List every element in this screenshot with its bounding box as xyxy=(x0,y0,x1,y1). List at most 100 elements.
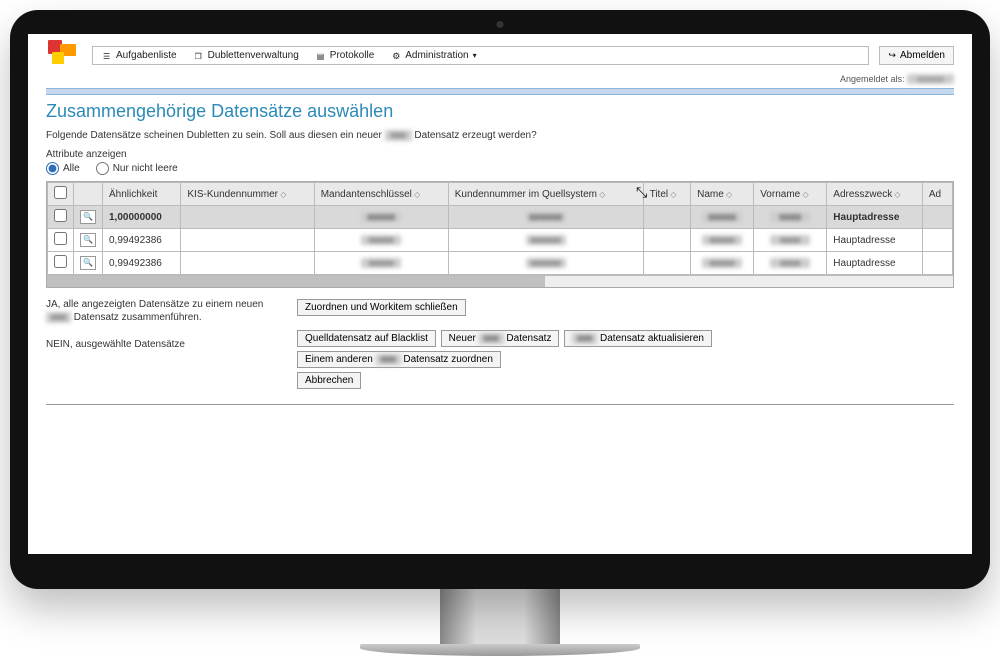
bottom-separator xyxy=(46,404,954,405)
radio-nonempty[interactable]: Nur nicht leere xyxy=(96,162,178,175)
table-body: 🔍1,00000000xxxxxxxxxxxxxxxxxxxxHauptadre… xyxy=(48,206,953,275)
scrollbar-thumb[interactable] xyxy=(47,276,545,287)
neuer-datensatz-button[interactable]: Neuer xxx Datensatz xyxy=(441,330,560,347)
nav-administration[interactable]: Administration xyxy=(392,50,476,61)
blue-divider xyxy=(46,88,954,95)
monitor-bezel: Aufgabenliste Dublettenverwaltung Protok… xyxy=(10,10,990,589)
cell-vorname: xxxx xyxy=(754,229,827,252)
login-status: Angemeldet als: xxxxxx xyxy=(46,74,954,84)
camera-dot xyxy=(497,21,504,28)
radio-nonempty-label: Nur nicht leere xyxy=(113,163,178,174)
sort-icon xyxy=(724,189,732,200)
cell-kis xyxy=(181,252,314,275)
cell-titel xyxy=(643,252,691,275)
detail-view-button[interactable]: 🔍 xyxy=(80,233,96,247)
col-kis[interactable]: KIS-Kundennummer xyxy=(181,183,314,206)
instr-blur: xxx xyxy=(385,130,412,141)
nav-dublettenverwaltung[interactable]: Dublettenverwaltung xyxy=(195,50,299,61)
login-prefix: Angemeldet als: xyxy=(840,74,907,84)
sort-icon xyxy=(412,189,420,200)
document-icon xyxy=(317,51,326,60)
actions-left: JA, alle angezeigten Datensätze zu einem… xyxy=(46,298,276,392)
monitor-frame: Aufgabenliste Dublettenverwaltung Protok… xyxy=(10,10,990,656)
ja-text: JA, alle angezeigten Datensätze zu einem… xyxy=(46,298,276,324)
logout-button[interactable]: Abmelden xyxy=(879,46,954,65)
cell-kis xyxy=(181,206,314,229)
cell-aehnlichkeit: 0,99492386 xyxy=(103,229,181,252)
col-name[interactable]: Name xyxy=(691,183,754,206)
col-mandant[interactable]: Mandantenschlüssel xyxy=(314,183,448,206)
col-vorname[interactable]: Vorname xyxy=(754,183,827,206)
row-checkbox-cell xyxy=(48,229,74,252)
zuordnen-close-button[interactable]: Zuordnen und Workitem schließen xyxy=(297,299,466,316)
row-checkbox[interactable] xyxy=(54,232,67,245)
cell-aehnlichkeit: 0,99492386 xyxy=(103,252,181,275)
nav-protokolle[interactable]: Protokolle xyxy=(317,50,374,61)
row-detail-cell: 🔍 xyxy=(74,252,103,275)
cell-titel xyxy=(643,206,691,229)
sort-icon xyxy=(597,189,605,200)
sort-icon xyxy=(278,189,286,200)
row-checkbox[interactable] xyxy=(54,209,67,222)
select-all-checkbox[interactable] xyxy=(54,186,67,199)
list-icon xyxy=(103,51,112,60)
app-root: Aufgabenliste Dublettenverwaltung Protok… xyxy=(28,34,972,411)
col-aehnlichkeit[interactable]: Ähnlichkeit xyxy=(103,183,181,206)
cell-kunden-quell: xxxxxx xyxy=(448,206,643,229)
nein-text: NEIN, ausgewählte Datensätze xyxy=(46,338,276,351)
instr-post: Datensatz erzeugt werden? xyxy=(412,130,537,141)
radio-all-input[interactable] xyxy=(46,162,59,175)
records-table-wrapper: Ähnlichkeit KIS-Kundennummer Mandantensc… xyxy=(46,181,954,288)
attribute-filter-label: Attribute anzeigen xyxy=(46,149,954,160)
cell-aehnlichkeit: 1,00000000 xyxy=(103,206,181,229)
records-table: Ähnlichkeit KIS-Kundennummer Mandantensc… xyxy=(47,182,953,275)
cell-ad xyxy=(922,206,952,229)
col-kunden-quell[interactable]: Kundennummer im Quellsystem xyxy=(448,183,643,206)
cell-ad xyxy=(922,252,952,275)
cell-name: xxxxx xyxy=(691,229,754,252)
screen: Aufgabenliste Dublettenverwaltung Protok… xyxy=(28,34,972,554)
anderen-zuordnen-button[interactable]: Einem anderen xxx Datensatz zuordnen xyxy=(297,351,501,368)
cell-ad xyxy=(922,229,952,252)
col-detail-header xyxy=(74,183,103,206)
username-blurred: xxxxxx xyxy=(907,74,954,84)
cell-vorname: xxxx xyxy=(754,252,827,275)
cell-titel xyxy=(643,229,691,252)
app-logo xyxy=(46,40,82,70)
top-bar: Aufgabenliste Dublettenverwaltung Protok… xyxy=(46,40,954,70)
col-checkbox-header xyxy=(48,183,74,206)
cell-mandant: xxxxx xyxy=(314,252,448,275)
copy-icon xyxy=(195,51,204,60)
sort-icon xyxy=(800,189,808,200)
detail-view-button[interactable]: 🔍 xyxy=(80,210,96,224)
cell-mandant: xxxxx xyxy=(314,206,448,229)
row-detail-cell: 🔍 xyxy=(74,206,103,229)
detail-view-button[interactable]: 🔍 xyxy=(80,256,96,270)
nav-aufgabenliste[interactable]: Aufgabenliste xyxy=(103,50,177,61)
datensatz-aktualisieren-button[interactable]: xxx Datensatz aktualisieren xyxy=(564,330,712,347)
radio-nonempty-input[interactable] xyxy=(96,162,109,175)
row-detail-cell: 🔍 xyxy=(74,229,103,252)
cell-name: xxxxx xyxy=(691,252,754,275)
table-header-row: Ähnlichkeit KIS-Kundennummer Mandantensc… xyxy=(48,183,953,206)
attribute-filter-radios: Alle Nur nicht leere xyxy=(46,162,954,175)
col-titel[interactable]: Titel xyxy=(643,183,691,206)
abbrechen-button[interactable]: Abbrechen xyxy=(297,372,361,389)
cell-adresszweck: Hauptadresse xyxy=(827,252,923,275)
page-title: Zusammengehörige Datensätze auswählen xyxy=(46,101,954,122)
table-row: 🔍0,99492386xxxxxxxxxxxxxxxxxxxxHauptadre… xyxy=(48,252,953,275)
row-checkbox[interactable] xyxy=(54,255,67,268)
table-row: 🔍0,99492386xxxxxxxxxxxxxxxxxxxxHauptadre… xyxy=(48,229,953,252)
radio-all[interactable]: Alle xyxy=(46,162,80,175)
row-checkbox-cell xyxy=(48,252,74,275)
nav-label: Administration xyxy=(405,50,468,61)
col-adresszweck[interactable]: Adresszweck xyxy=(827,183,923,206)
main-nav: Aufgabenliste Dublettenverwaltung Protok… xyxy=(92,46,869,65)
gear-icon xyxy=(392,51,401,60)
cell-adresszweck: Hauptadresse xyxy=(827,206,923,229)
sort-icon xyxy=(892,189,900,200)
actions-right: Zuordnen und Workitem schließen Quelldat… xyxy=(296,298,713,392)
col-ad[interactable]: Ad xyxy=(922,183,952,206)
blacklist-button[interactable]: Quelldatensatz auf Blacklist xyxy=(297,330,436,347)
horizontal-scrollbar[interactable] xyxy=(47,275,953,287)
